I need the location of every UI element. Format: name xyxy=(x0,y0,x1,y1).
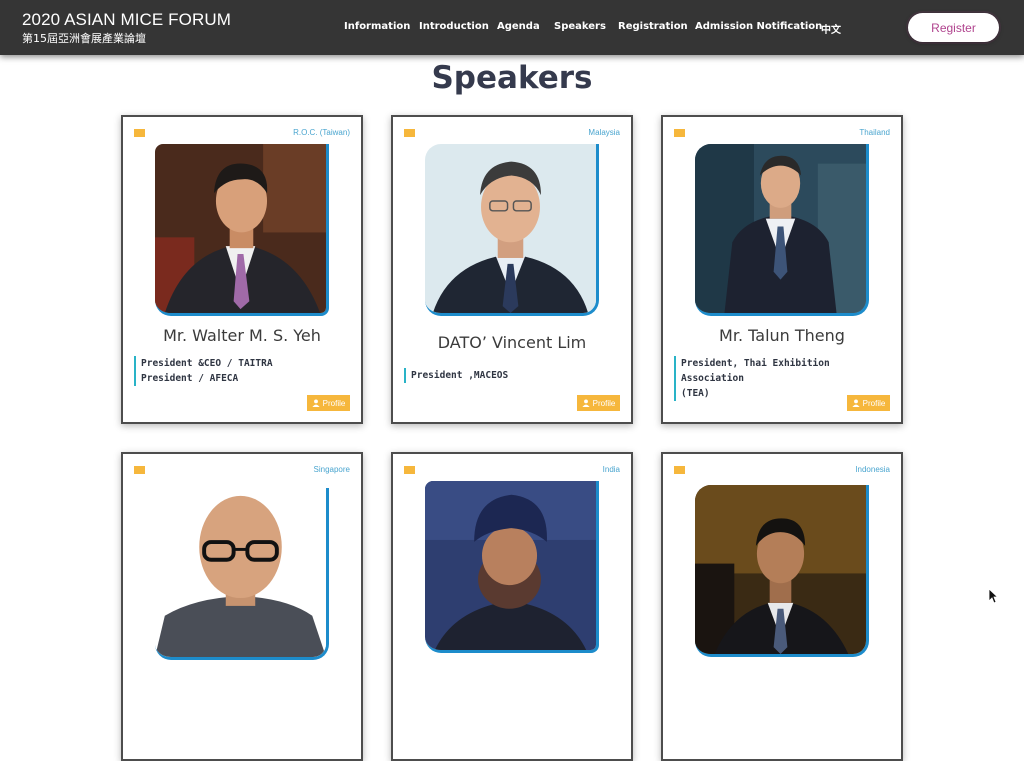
profile-button[interactable]: Profile xyxy=(307,395,350,411)
flag-icon xyxy=(674,129,685,137)
nav-registration[interactable]: Registration xyxy=(618,21,688,32)
flag-icon xyxy=(674,466,685,474)
speaker-name: Mr. Walter M. S. Yeh xyxy=(163,326,321,345)
speaker-photo xyxy=(425,144,599,316)
top-navbar: 2020 ASIAN MICE FORUM 第15屆亞洲會展產業論壇 Infor… xyxy=(0,0,1024,55)
speaker-photo xyxy=(155,144,329,316)
speaker-card: Thailand Mr. Talun Theng President, Thai… xyxy=(661,115,903,424)
profile-button[interactable]: Profile xyxy=(577,395,620,411)
brand-title: 2020 ASIAN MICE FORUM xyxy=(22,10,231,29)
flag-icon xyxy=(134,466,145,474)
speaker-country: India xyxy=(602,465,620,474)
page-title: Speakers xyxy=(431,60,593,96)
speaker-title-line: President ,MACEOS xyxy=(411,370,509,381)
speaker-name: DATO’ Vincent Lim xyxy=(437,333,587,352)
speaker-country: Malaysia xyxy=(588,128,620,137)
speaker-card: Malaysia DATO’ Vincent Lim President ,MA… xyxy=(391,115,633,424)
flag-icon xyxy=(134,129,145,137)
user-icon xyxy=(852,399,860,407)
nav-language-chinese[interactable]: 中文 xyxy=(821,21,841,36)
speaker-photo xyxy=(695,485,869,657)
nav-agenda[interactable]: Agenda xyxy=(497,21,540,32)
nav-admission-notification[interactable]: Admission Notification xyxy=(695,21,822,32)
nav-introduction[interactable]: Introduction xyxy=(419,21,489,32)
flag-icon xyxy=(404,466,415,474)
speaker-card: Indonesia xyxy=(661,452,903,761)
flag-icon xyxy=(404,129,415,137)
speaker-photo xyxy=(155,488,329,660)
register-button[interactable]: Register xyxy=(908,13,999,42)
profile-button[interactable]: Profile xyxy=(847,395,890,411)
site-brand[interactable]: 2020 ASIAN MICE FORUM 第15屆亞洲會展產業論壇 xyxy=(22,10,231,46)
speaker-title-line: President, Thai Exhibition Association xyxy=(681,358,830,384)
mouse-pointer-icon xyxy=(988,588,998,604)
nav-speakers[interactable]: Speakers xyxy=(554,21,606,32)
speaker-card: India xyxy=(391,452,633,761)
speaker-country: Singapore xyxy=(313,465,350,474)
speaker-title: President ,MACEOS xyxy=(404,368,624,383)
speaker-title: President &CEO / TAITRA President / AFEC… xyxy=(134,356,354,386)
speaker-country: Indonesia xyxy=(855,465,890,474)
brand-subtitle: 第15屆亞洲會展產業論壇 xyxy=(22,32,146,45)
user-icon xyxy=(582,399,590,407)
speaker-photo xyxy=(695,144,869,316)
nav-information[interactable]: Information xyxy=(344,21,410,32)
speaker-country: Thailand xyxy=(859,128,890,137)
speaker-title-line: President &CEO / TAITRA xyxy=(141,358,273,369)
profile-label: Profile xyxy=(592,398,616,408)
speaker-title-line: President / AFECA xyxy=(141,373,239,384)
profile-label: Profile xyxy=(322,398,346,408)
speaker-card: Singapore xyxy=(121,452,363,761)
speaker-country: R.O.C. (Taiwan) xyxy=(293,128,350,137)
speaker-card: R.O.C. (Taiwan) Mr. Walter M. S. Yeh Pre… xyxy=(121,115,363,424)
user-icon xyxy=(312,399,320,407)
speaker-photo xyxy=(425,481,599,653)
profile-label: Profile xyxy=(862,398,886,408)
speaker-name: Mr. Talun Theng xyxy=(719,326,845,345)
